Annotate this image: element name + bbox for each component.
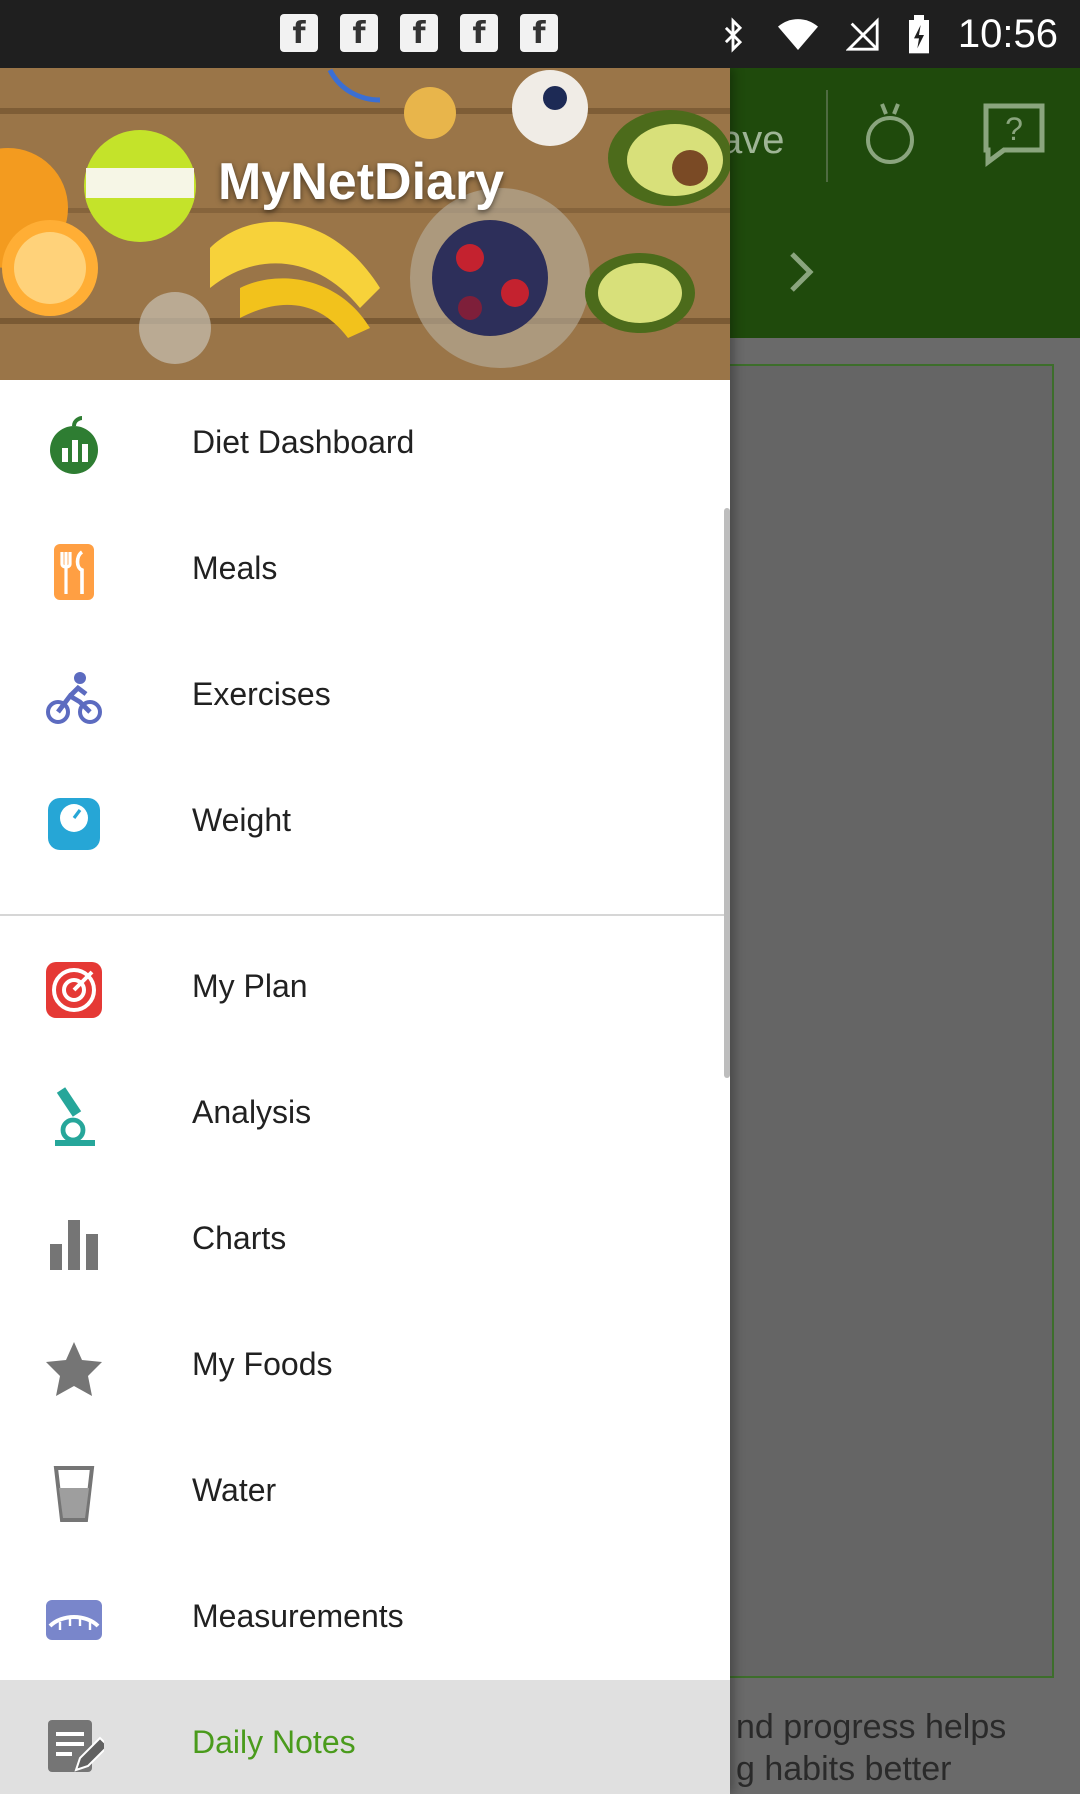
clock: 10:56 — [957, 12, 1058, 56]
menu-item-measurements[interactable]: Measurements — [0, 1554, 730, 1680]
menu-item-label: Measurements — [192, 1598, 404, 1634]
background-card — [720, 364, 1054, 1678]
help-chat-icon[interactable]: ? — [980, 100, 1048, 168]
dashboard-apple-icon — [44, 416, 104, 476]
drawer-header: MyNetDiary — [0, 68, 730, 380]
menu-item-analysis[interactable]: Analysis — [0, 1050, 730, 1176]
target-icon — [44, 960, 104, 1020]
facebook-icon: f — [460, 14, 498, 52]
menu-item-label: Weight — [192, 802, 292, 838]
wifi-icon — [777, 18, 818, 50]
microscope-icon — [44, 1086, 104, 1146]
facebook-icon: f — [280, 14, 318, 52]
svg-text:?: ? — [1005, 111, 1023, 147]
facebook-icon: f — [520, 14, 558, 52]
tape-measure-icon — [44, 1590, 104, 1650]
chevron-right-icon[interactable] — [786, 250, 816, 296]
scale-icon — [44, 794, 104, 854]
water-glass-icon — [44, 1464, 104, 1524]
app-title: MyNetDiary — [218, 153, 505, 211]
drawer-scrollbar[interactable] — [724, 508, 730, 1078]
menu-item-label: Exercises — [192, 676, 331, 712]
apple-badge-icon[interactable] — [864, 92, 916, 172]
menu-item-label: Daily Notes — [192, 1724, 356, 1760]
fork-knife-icon — [44, 542, 104, 602]
menu-item-diet-dashboard[interactable]: Diet Dashboard — [0, 380, 730, 506]
no-signal-icon — [845, 16, 879, 51]
menu-item-label: Diet Dashboard — [192, 424, 415, 460]
background-body-text: nd progress helps g habits better — [736, 1708, 1007, 1788]
bar-chart-icon — [44, 1212, 104, 1272]
menu-item-weight[interactable]: Weight — [0, 758, 730, 884]
cyclist-icon — [44, 668, 104, 728]
menu-item-water[interactable]: Water — [0, 1428, 730, 1554]
toolbar-divider — [826, 90, 828, 182]
drawer-menu: Diet Dashboard Meals Exercises Weight My… — [0, 380, 730, 1794]
status-bar: f f f f f 10:56 — [0, 0, 1080, 68]
menu-item-label: My Foods — [192, 1346, 333, 1382]
facebook-icon: f — [340, 14, 378, 52]
notes-pencil-icon — [44, 1716, 104, 1776]
menu-item-label: Water — [192, 1472, 277, 1508]
notification-icons: f f f f f — [280, 14, 558, 52]
menu-item-daily-notes[interactable]: Daily Notes — [0, 1680, 730, 1794]
menu-item-my-foods[interactable]: My Foods — [0, 1302, 730, 1428]
menu-item-label: Meals — [192, 550, 278, 586]
star-icon — [44, 1338, 104, 1398]
system-tray: 10:56 — [716, 12, 1058, 57]
header-image — [0, 68, 730, 380]
menu-divider — [0, 914, 730, 916]
menu-item-label: Analysis — [192, 1094, 312, 1130]
menu-item-label: My Plan — [192, 968, 308, 1004]
menu-item-charts[interactable]: Charts — [0, 1176, 730, 1302]
battery-charging-icon — [908, 14, 929, 53]
menu-item-my-plan[interactable]: My Plan — [0, 924, 730, 1050]
menu-item-label: Charts — [192, 1220, 287, 1256]
menu-item-exercises[interactable]: Exercises — [0, 632, 730, 758]
facebook-icon: f — [400, 14, 438, 52]
menu-item-meals[interactable]: Meals — [0, 506, 730, 632]
navigation-drawer: MyNetDiary Diet Dashboard Meals Exercise… — [0, 68, 730, 1794]
bluetooth-icon — [724, 16, 742, 53]
